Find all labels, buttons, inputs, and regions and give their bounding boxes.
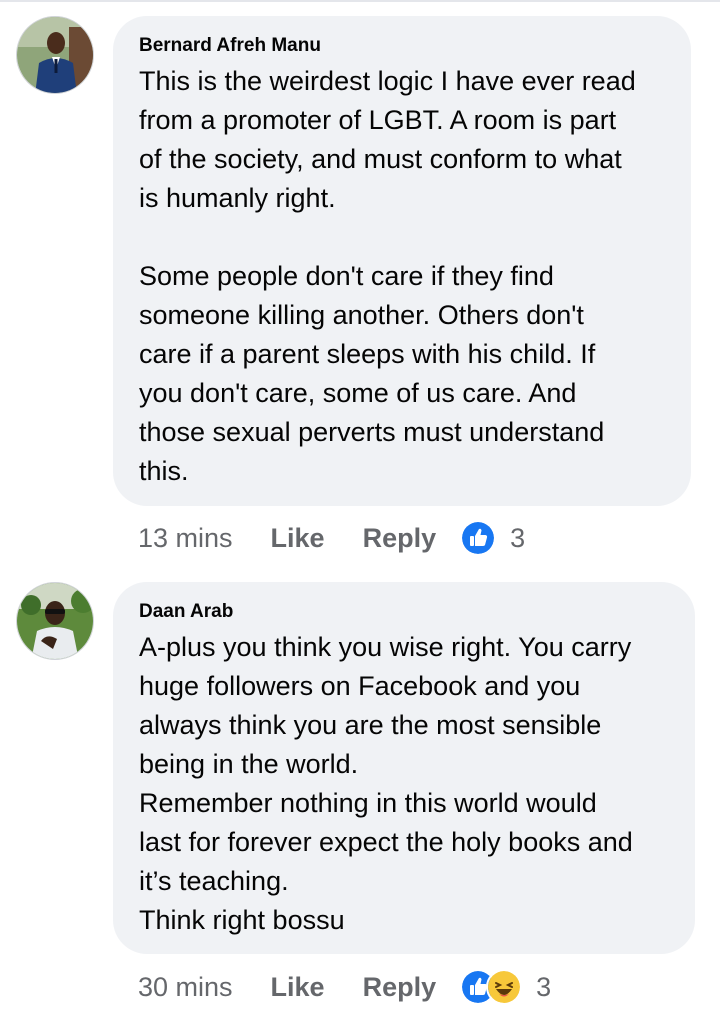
avatar-photo (17, 583, 93, 659)
like-button[interactable]: Like (271, 972, 325, 1003)
reaction-summary[interactable] (460, 969, 523, 1005)
text-line: huge followers on Facebook and you (139, 671, 581, 701)
like-button[interactable]: Like (271, 523, 325, 554)
text-line: This is the weirdest logic I have ever r… (139, 66, 636, 96)
text-line: of the society, and must conform to what (139, 144, 622, 174)
reaction-summary[interactable] (460, 520, 497, 556)
text-line: someone killing another. Others don't (139, 300, 584, 330)
text-line: it’s teaching. (139, 866, 289, 896)
text-line: this. (139, 456, 189, 486)
haha-icon (486, 969, 523, 1005)
text-line: Some people don't care if they find (139, 261, 554, 291)
comment-bubble: Bernard Afreh Manu This is the weirdest … (113, 16, 691, 506)
text-line: Remember nothing in this world would (139, 788, 597, 818)
comment-actions: 30 mins Like Reply 3 (138, 967, 551, 1007)
text-line: A-plus you think you wise right. You car… (139, 632, 632, 662)
text-line: is humanly right. (139, 183, 336, 213)
comment-author[interactable]: Daan Arab (139, 600, 669, 624)
comment-timestamp[interactable]: 13 mins (138, 523, 233, 554)
like-icon (460, 520, 497, 556)
text-line: being in the world. (139, 749, 359, 779)
text-line: from a promoter of LGBT. A room is part (139, 105, 617, 135)
avatar-daan[interactable] (16, 582, 94, 660)
reply-button[interactable]: Reply (363, 523, 437, 554)
avatar-bernard[interactable] (16, 16, 94, 94)
reaction-count[interactable]: 3 (510, 523, 525, 554)
comment-text: A-plus you think you wise right. You car… (139, 628, 669, 940)
avatar-photo (17, 17, 93, 93)
comment-bubble: Daan Arab A-plus you think you wise righ… (113, 582, 695, 954)
reply-button[interactable]: Reply (363, 972, 437, 1003)
comment-author[interactable]: Bernard Afreh Manu (139, 34, 665, 58)
text-line: always think you are the most sensible (139, 710, 602, 740)
comment-timestamp[interactable]: 30 mins (138, 972, 233, 1003)
text-line: last for forever expect the holy books a… (139, 827, 633, 857)
comment-text: This is the weirdest logic I have ever r… (139, 62, 665, 491)
text-line: those sexual perverts must understand (139, 417, 605, 447)
text-line: Think right bossu (139, 905, 345, 935)
top-divider (0, 0, 720, 2)
text-line: you don't care, some of us care. And (139, 378, 577, 408)
text-line: care if a parent sleeps with his child. … (139, 339, 596, 369)
reaction-count[interactable]: 3 (536, 972, 551, 1003)
comment-actions: 13 mins Like Reply 3 (138, 518, 525, 558)
